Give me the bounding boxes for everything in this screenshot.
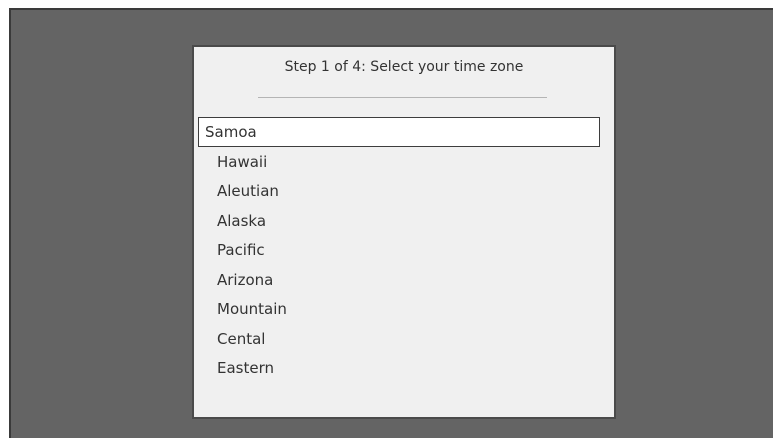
- time-zone-option-hawaii[interactable]: Hawaii: [198, 147, 600, 177]
- time-zone-list: Samoa Hawaii Aleutian Alaska Pacific Ari…: [198, 117, 600, 383]
- time-zone-option-alaska[interactable]: Alaska: [198, 206, 600, 236]
- time-zone-option-central[interactable]: Cental: [198, 324, 600, 354]
- title-divider: [258, 97, 547, 98]
- time-zone-option-eastern[interactable]: Eastern: [198, 353, 600, 383]
- time-zone-setup-dialog: Step 1 of 4: Select your time zone Samoa…: [192, 45, 616, 419]
- time-zone-option-arizona[interactable]: Arizona: [198, 265, 600, 295]
- time-zone-option-pacific[interactable]: Pacific: [198, 235, 600, 265]
- time-zone-option-aleutian[interactable]: Aleutian: [198, 176, 600, 206]
- dialog-title: Step 1 of 4: Select your time zone: [284, 59, 524, 75]
- time-zone-option-samoa[interactable]: Samoa: [198, 117, 600, 147]
- time-zone-option-mountain[interactable]: Mountain: [198, 294, 600, 324]
